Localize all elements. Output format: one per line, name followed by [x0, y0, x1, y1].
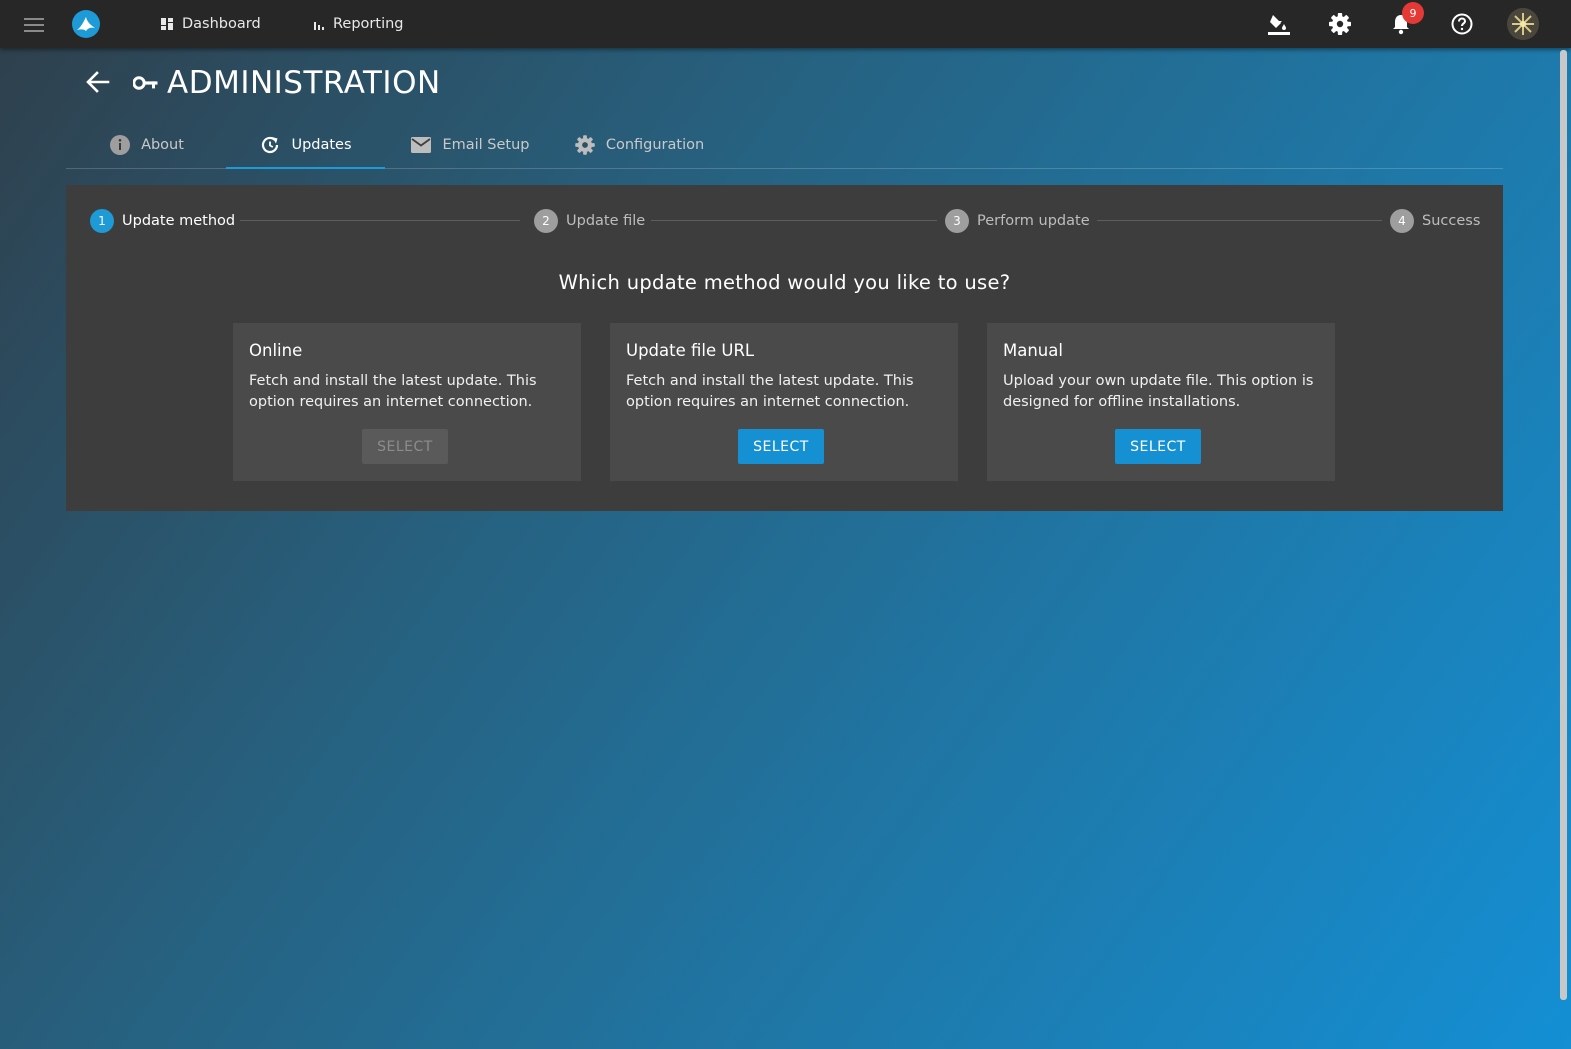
- key-icon: [133, 76, 158, 90]
- tab-updates-label: Updates: [291, 137, 352, 153]
- app-logo-icon[interactable]: [71, 9, 101, 39]
- tab-about[interactable]: About: [66, 122, 227, 168]
- tab-email-setup[interactable]: Email Setup: [385, 122, 555, 168]
- step-connector: [1097, 220, 1382, 221]
- card-description: Upload your own update file. This option…: [1003, 373, 1314, 410]
- step-connector: [651, 220, 937, 221]
- mail-icon: [411, 137, 432, 153]
- tab-configuration-label: Configuration: [605, 137, 705, 153]
- step-label: Perform update: [977, 213, 1090, 229]
- back-arrow-icon[interactable]: [84, 68, 112, 96]
- vertical-scrollbar[interactable]: [1560, 50, 1567, 1000]
- page-title: ADMINISTRATION: [167, 65, 441, 101]
- admin-tabs: About Updates Email Setup Configuration: [66, 122, 1503, 169]
- settings-gear-icon[interactable]: [1327, 11, 1353, 37]
- step-label: Update method: [122, 213, 236, 229]
- nav-reporting[interactable]: Reporting: [312, 12, 404, 36]
- card-update-file-url: Update file URL Fetch and install the la…: [610, 323, 958, 481]
- step-success: 4 Success: [1390, 208, 1480, 234]
- tab-updates[interactable]: Updates: [226, 122, 385, 169]
- page-header: ADMINISTRATION: [133, 62, 441, 104]
- step-number: 1: [90, 209, 114, 233]
- card-title: Online: [249, 341, 303, 360]
- tab-about-label: About: [141, 137, 184, 153]
- user-avatar[interactable]: [1507, 8, 1539, 40]
- step-perform-update: 3 Perform update: [945, 208, 1090, 234]
- paint-bucket-icon[interactable]: [1266, 11, 1292, 37]
- step-update-method: 1 Update method: [90, 208, 235, 234]
- manual-select-button[interactable]: SELECT: [1115, 429, 1201, 464]
- online-select-button[interactable]: SELECT: [362, 429, 448, 464]
- update-wizard-panel: 1 Update method 2 Update file 3 Perform …: [66, 185, 1503, 511]
- avatar-flower-icon: [1507, 8, 1539, 40]
- card-online: Online Fetch and install the latest upda…: [233, 323, 581, 481]
- top-app-bar: Dashboard Reporting 9: [0, 0, 1571, 48]
- nav-dashboard[interactable]: Dashboard: [160, 12, 261, 36]
- card-title: Manual: [1003, 341, 1063, 360]
- card-manual: Manual Upload your own update file. This…: [987, 323, 1335, 481]
- step-update-file: 2 Update file: [534, 208, 645, 234]
- step-label: Success: [1422, 213, 1481, 229]
- step-number: 4: [1390, 209, 1414, 233]
- nav-dashboard-label: Dashboard: [182, 16, 261, 32]
- notification-badge: 9: [1402, 2, 1424, 24]
- help-icon[interactable]: [1449, 11, 1475, 37]
- step-connector: [240, 220, 520, 221]
- tab-email-setup-label: Email Setup: [442, 137, 530, 153]
- hamburger-menu-icon[interactable]: [22, 14, 46, 34]
- bar-chart-icon: [314, 21, 324, 30]
- update-file-url-select-button[interactable]: SELECT: [738, 429, 824, 464]
- update-method-question: Which update method would you like to us…: [558, 271, 1011, 294]
- step-label: Update file: [566, 213, 646, 229]
- info-icon: [110, 135, 131, 155]
- card-title: Update file URL: [626, 341, 755, 360]
- gear-icon: [575, 135, 595, 155]
- update-icon: [262, 136, 279, 154]
- tab-configuration[interactable]: Configuration: [555, 122, 723, 168]
- nav-reporting-label: Reporting: [333, 16, 404, 32]
- dashboard-icon: [161, 18, 173, 30]
- step-number: 3: [945, 209, 969, 233]
- card-description: Fetch and install the latest update. Thi…: [249, 373, 537, 410]
- card-description: Fetch and install the latest update. Thi…: [626, 373, 914, 410]
- step-number: 2: [534, 209, 558, 233]
